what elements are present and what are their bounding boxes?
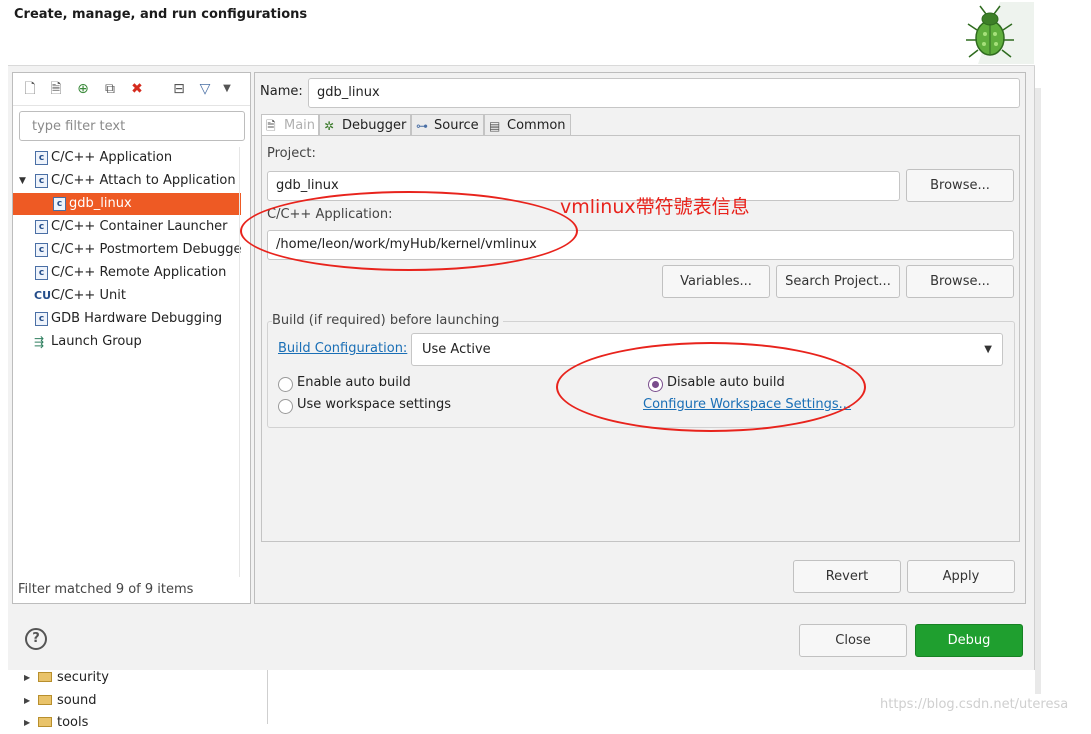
tree-item-c-application[interactable]: c C/C++ Application [13,147,241,169]
export-icon[interactable]: ⊕ [74,80,92,98]
collapse-all-icon[interactable]: ⊟ [170,80,188,98]
name-field[interactable]: gdb_linux [308,78,1020,108]
tree-scrollbar[interactable] [239,147,249,577]
name-label: Name: [260,84,303,99]
revert-button[interactable]: Revert [793,560,901,593]
source-tab-icon: ⊶ [416,119,428,133]
launch-group-icon: ⇶ [34,335,45,349]
new-config-icon[interactable]: 🗋 [21,80,39,98]
config-editor-panel: Name: gdb_linux 🗎 Main ✲ Debugger ⊶ Source … [254,72,1026,604]
folder-icon [38,717,52,727]
tree-item-postmortem-debugger[interactable]: c C/C++ Postmortem Debugge [13,239,242,261]
c-app-icon: c [35,220,48,234]
disable-auto-build-radio[interactable] [648,377,663,392]
close-button[interactable]: Close [799,624,907,657]
filter-icon[interactable]: ▽ [196,80,214,98]
main-tab-icon: 🗎 [266,119,276,133]
folder-icon [38,672,52,682]
application-label: C/C++ Application: [267,207,393,222]
folder-icon [38,695,52,705]
apply-button[interactable]: Apply [907,560,1015,593]
expand-arrow-icon[interactable]: ▶ [24,690,30,712]
variables-button[interactable]: Variables... [662,265,770,298]
toolbar-divider [13,105,250,106]
debug-bug-icon [966,2,1034,64]
use-workspace-settings-label: Use workspace settings [297,397,451,412]
build-configuration-link[interactable]: Build Configuration: [278,341,407,356]
tab-debugger[interactable]: ✲ Debugger [319,114,411,136]
expand-down-icon[interactable]: ▼ [19,170,31,192]
tree-item-c-unit[interactable]: CU C/C++ Unit [13,285,241,307]
project-browse-button[interactable]: Browse... [906,169,1014,202]
explorer-item-security[interactable]: ▶ security [24,667,109,689]
enable-auto-build-radio[interactable] [278,377,293,392]
delete-icon[interactable]: ✖ [128,80,146,98]
explorer-item-sound[interactable]: ▶ sound [24,690,96,712]
configure-workspace-settings-link[interactable]: Configure Workspace Settings... [643,397,851,412]
explorer-item-tools[interactable]: ▶ tools [24,712,88,734]
config-list-panel: 🗋 🗎 ⊕ ⧉ ✖ ⊟ ▽ ▼ c C/C++ Application ▼ c … [12,72,251,604]
tree-item-gdb-hardware-debugging[interactable]: c GDB Hardware Debugging [13,308,241,330]
tab-common[interactable]: ▤ Common [484,114,571,136]
annotation-text: vmlinux帶符號表信息 [560,196,750,218]
c-app-icon: c [35,312,48,326]
debug-button[interactable]: Debug [915,624,1023,657]
tree-item-gdb-linux[interactable]: c gdb_linux [13,193,241,215]
application-path-field[interactable]: /home/leon/work/myHub/kernel/vmlinux [267,230,1014,260]
chevron-down-icon: ▼ [984,344,992,355]
background-explorer: ▶ security ▶ sound ▶ tools [12,667,268,730]
c-app-icon: c [35,266,48,280]
tree-item-remote-application[interactable]: c C/C++ Remote Application [13,262,241,284]
expand-arrow-icon[interactable]: ▶ [24,667,30,689]
background-window-edge [1035,88,1041,694]
tab-source[interactable]: ⊶ Source [411,114,484,136]
copy-icon[interactable]: ⧉ [101,80,119,98]
run-configurations-dialog: Create, manage, and run configurations 🗋… [8,0,1035,670]
help-icon[interactable]: ? [25,628,47,650]
tab-main[interactable]: 🗎 Main [261,114,319,136]
search-project-button[interactable]: Search Project... [776,265,900,298]
view-menu-icon[interactable]: ▼ [218,80,236,98]
tree-item-launch-group[interactable]: ⇶ Launch Group [13,331,241,353]
debugger-tab-icon: ✲ [324,119,335,133]
tree-item-container-launcher[interactable]: c C/C++ Container Launcher [13,216,241,238]
expand-arrow-icon[interactable]: ▶ [24,712,30,734]
build-group-title: Build (if required) before launching [272,313,504,328]
watermark: https://blog.csdn.net/uteresa [880,697,1069,712]
project-label: Project: [267,146,316,161]
disable-auto-build-label: Disable auto build [667,375,785,390]
duplicate-icon[interactable]: 🗎 [47,80,65,98]
filter-status: Filter matched 9 of 9 items [18,582,194,597]
dialog-header: Create, manage, and run configurations [8,0,1035,66]
use-workspace-settings-radio[interactable] [278,399,293,414]
common-tab-icon: ▤ [489,119,501,133]
application-browse-button[interactable]: Browse... [906,265,1014,298]
dialog-title: Create, manage, and run configurations [14,7,308,22]
c-app-icon: c [35,243,48,257]
c-app-icon: c [53,197,66,211]
cunit-icon: CU [34,289,52,302]
tree-item-attach-to-application[interactable]: ▼ c C/C++ Attach to Application [13,170,241,192]
filter-input[interactable] [19,111,245,141]
c-app-icon: c [35,174,48,188]
build-configuration-select[interactable]: Use Active ▼ [411,333,1003,366]
enable-auto-build-label: Enable auto build [297,375,411,390]
c-app-icon: c [35,151,48,165]
